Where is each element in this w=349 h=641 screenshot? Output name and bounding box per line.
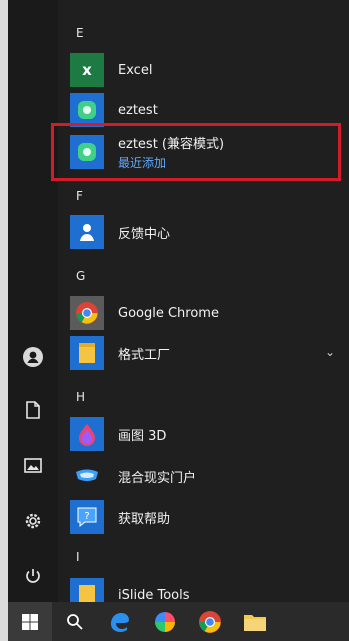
help-icon-glyph: ? (84, 511, 89, 522)
pinwheel-icon (154, 611, 175, 632)
chrome-icon (70, 296, 104, 330)
app-label: 格式工厂 (118, 347, 171, 363)
section-header-h[interactable]: H (76, 390, 85, 404)
app-islide-tools[interactable]: iSlide Tools (70, 574, 337, 602)
paint-3d-icon (70, 417, 104, 451)
app-format-factory[interactable]: 格式工厂 ⌄ (70, 332, 337, 374)
app-label: 反馈中心 (118, 226, 171, 242)
section-header-e[interactable]: E (76, 26, 84, 40)
excel-icon: x (70, 53, 104, 87)
section-header-g[interactable]: G (76, 269, 85, 283)
taskbar-file-explorer[interactable] (232, 602, 277, 641)
app-label: Excel (118, 62, 153, 78)
taskbar-colorful-app[interactable] (142, 602, 187, 641)
start-button[interactable] (8, 602, 52, 641)
start-menu: E x Excel eztest eztest (兼容模式) 最近添加 F 反馈… (8, 0, 349, 602)
app-label: eztest (118, 102, 158, 118)
gear-icon (25, 513, 41, 529)
user-icon (23, 347, 43, 367)
chrome-icon (198, 610, 221, 633)
taskbar (8, 602, 349, 641)
app-excel[interactable]: x Excel (70, 49, 337, 91)
power-button[interactable] (19, 562, 47, 590)
search-button[interactable] (52, 602, 97, 641)
chevron-down-icon[interactable]: ⌄ (325, 345, 335, 359)
mixed-reality-icon (70, 459, 104, 493)
pictures-button[interactable] (19, 452, 47, 480)
taskbar-chrome[interactable] (187, 602, 232, 641)
search-icon (66, 613, 83, 630)
app-get-help[interactable]: ? 获取帮助 (70, 496, 337, 538)
app-label: 混合现实门户 (118, 470, 197, 486)
document-icon (26, 401, 40, 419)
documents-button[interactable] (19, 396, 47, 424)
app-mixed-reality-portal[interactable]: 混合现实门户 (70, 455, 337, 497)
section-header-f[interactable]: F (76, 189, 83, 203)
windows-logo-icon (22, 613, 38, 630)
settings-button[interactable] (19, 507, 47, 535)
taskbar-edge[interactable] (97, 602, 142, 641)
edge-icon (110, 612, 129, 632)
folder-icon (70, 578, 104, 602)
power-icon (26, 569, 40, 583)
app-list: E x Excel eztest eztest (兼容模式) 最近添加 F 反馈… (51, 0, 349, 602)
eztest-icon (70, 93, 104, 127)
help-icon: ? (70, 500, 104, 534)
feedback-icon (70, 215, 104, 249)
section-header-i[interactable]: I (76, 550, 80, 564)
highlight-box (51, 123, 341, 181)
left-rail (8, 0, 58, 602)
app-label: 画图 3D (118, 428, 167, 444)
app-label: Google Chrome (118, 305, 219, 321)
app-google-chrome[interactable]: Google Chrome (70, 292, 337, 334)
app-feedback-hub[interactable]: 反馈中心 (70, 211, 337, 253)
folder-icon (243, 614, 266, 631)
app-label: iSlide Tools (118, 587, 190, 603)
folder-icon (70, 336, 104, 370)
app-paint-3d[interactable]: 画图 3D (70, 413, 337, 455)
excel-icon-letter: x (82, 61, 92, 79)
picture-icon (24, 458, 42, 473)
user-avatar-button[interactable] (19, 343, 47, 371)
help-bubble-icon: ? (77, 507, 97, 528)
app-label: 获取帮助 (118, 511, 171, 527)
